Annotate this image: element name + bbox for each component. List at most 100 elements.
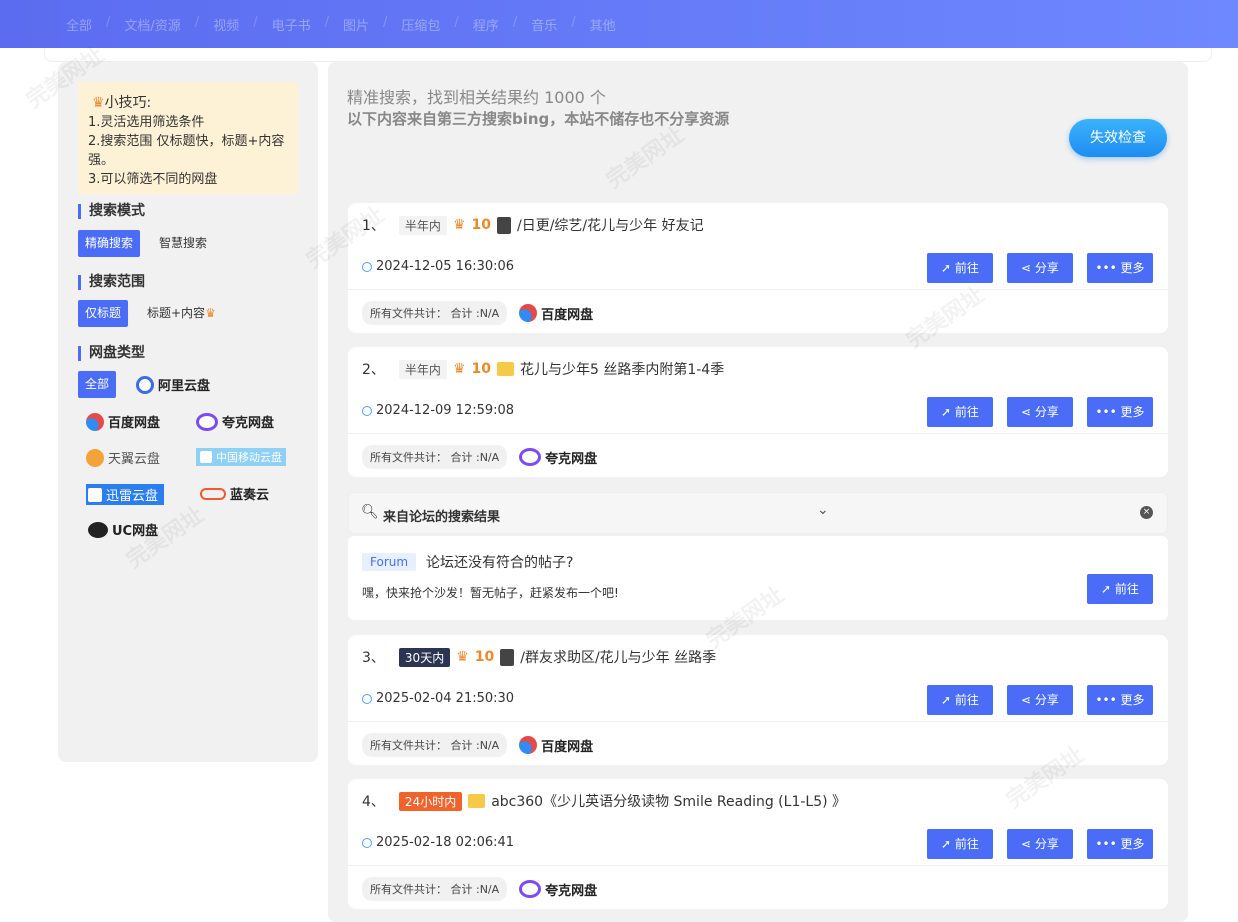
sidebar: ♛小技巧: 1.灵活选用筛选条件 2.搜索范围 仅标题快，标题+内容强。 3.可… <box>58 62 318 762</box>
result-date: 2024-12-09 12:59:08 <box>376 403 515 418</box>
more-button[interactable]: ••• 更多 <box>1087 253 1153 283</box>
time-badge: 30天内 <box>398 647 451 667</box>
tip-line-1: 1.灵活选用筛选条件 <box>88 115 205 130</box>
nav-all[interactable]: 全部 <box>66 15 92 34</box>
result-date: 2024-12-05 16:30:06 <box>376 259 515 274</box>
go-button[interactable]: ➚ 前往 <box>927 397 993 427</box>
nav-ebook[interactable]: 电子书 <box>272 15 311 34</box>
file-icon <box>496 216 511 234</box>
disk-uc[interactable]: UC网盘 <box>88 520 158 539</box>
tip-line-2: 2.搜索范围 仅标题快，标题+内容强。 <box>88 134 285 168</box>
result-index: 2、 <box>362 362 385 378</box>
share-button[interactable]: ⋖ 分享 <box>1007 253 1073 283</box>
nav-archive[interactable]: 压缩包 <box>401 15 440 34</box>
clock-icon <box>362 405 372 416</box>
result-title[interactable]: 花儿与少年5 丝路季内附第1-4季 <box>520 359 724 379</box>
nav-image[interactable]: 图片 <box>343 15 369 34</box>
quark-logo-icon <box>519 448 542 466</box>
nav-other[interactable]: 其他 <box>590 15 616 34</box>
folder-icon <box>496 362 514 376</box>
results-panel: 精准搜索，找到相关结果约 1000 个 以下内容来自第三方搜索bing，本站不储… <box>328 62 1188 922</box>
disk-aliyun[interactable]: 阿里云盘 <box>136 375 210 394</box>
time-badge: 半年内 <box>398 359 447 379</box>
disk-label: 夸克网盘 <box>519 448 597 467</box>
disk-baidu[interactable]: 百度网盘 <box>86 412 160 431</box>
crown-icon: ♛ <box>205 306 216 320</box>
nav-docs[interactable]: 文档/资源 <box>124 15 180 34</box>
share-button[interactable]: ⋖ 分享 <box>1007 685 1073 715</box>
result-date: 2025-02-18 02:06:41 <box>376 835 515 850</box>
disk-label: 夸克网盘 <box>519 880 597 899</box>
file-summary: 所有文件共计： 合计 :N/A <box>362 877 508 901</box>
share-button[interactable]: ⋖ 分享 <box>1007 829 1073 859</box>
nav-video[interactable]: 视频 <box>213 15 239 34</box>
forum-go-button[interactable]: ➚ 前往 <box>1087 574 1153 604</box>
score: 10 <box>471 217 491 233</box>
file-summary: 所有文件共计： 合计 :N/A <box>362 445 508 469</box>
invalid-check-button[interactable]: 失效检查 <box>1069 119 1167 157</box>
tip-title: 小技巧: <box>104 95 152 111</box>
result-summary: 精准搜索，找到相关结果约 1000 个 <box>347 88 606 107</box>
file-icon <box>500 648 515 666</box>
forum-results-header[interactable]: 🔍︎ 来自论坛的搜索结果 ⌄ × <box>348 492 1168 534</box>
divider <box>348 433 1168 434</box>
score: 10 <box>471 361 491 377</box>
forum-results-body: Forum 论坛还没有符合的帖子? 嘿，快来抢个沙发！暂无帖子，赶紧发布一个吧!… <box>348 536 1168 620</box>
tianyi-logo-icon <box>86 448 104 467</box>
result-title[interactable]: abc360《少儿英语分级读物 Smile Reading (L1-L5) 》 <box>491 791 846 811</box>
disk-all-button[interactable]: 全部 <box>78 371 117 398</box>
smart-search-button[interactable]: 智慧搜索 <box>159 230 207 257</box>
more-button[interactable]: ••• 更多 <box>1087 685 1153 715</box>
forum-header-title: 来自论坛的搜索结果 <box>383 510 501 525</box>
go-button[interactable]: ➚ 前往 <box>927 253 993 283</box>
time-badge: 半年内 <box>398 215 447 235</box>
exact-search-button[interactable]: 精确搜索 <box>78 230 141 257</box>
nav-program[interactable]: 程序 <box>473 15 499 34</box>
score: 10 <box>474 649 495 665</box>
forum-tag: Forum <box>362 553 417 571</box>
result-title[interactable]: /群友求助区/花儿与少年 丝路季 <box>520 647 716 667</box>
nav-music[interactable]: 音乐 <box>531 15 557 34</box>
tip-box: ♛小技巧: 1.灵活选用筛选条件 2.搜索范围 仅标题快，标题+内容强。 3.可… <box>78 82 298 194</box>
aliyun-logo-icon <box>136 375 154 394</box>
forum-question: 论坛还没有符合的帖子? <box>426 555 574 571</box>
title-only-button[interactable]: 仅标题 <box>78 300 129 327</box>
title-content-button[interactable]: 标题+内容♛ <box>147 300 216 327</box>
result-card: 3、 30天内 ♛ 10 /群友求助区/花儿与少年 丝路季 2025-02-04 … <box>348 635 1168 765</box>
lanzou-cloud-icon <box>200 487 226 500</box>
baidu-logo-icon <box>519 736 538 754</box>
clock-icon <box>362 837 372 848</box>
top-bar-edge <box>44 48 1212 62</box>
disk-tianyi[interactable]: 天翼云盘 <box>86 448 160 467</box>
clock-icon <box>362 693 372 704</box>
file-summary: 所有文件共计： 合计 :N/A <box>362 733 508 757</box>
cmcc-logo-icon <box>200 451 212 463</box>
chevron-down-icon[interactable]: ⌄ <box>817 502 829 518</box>
crown-icon: ♛ <box>92 95 105 111</box>
result-title[interactable]: /日更/综艺/花儿与少年 好友记 <box>517 215 704 235</box>
close-icon[interactable]: × <box>1140 506 1153 519</box>
result-card: 1、 半年内 ♛ 10 /日更/综艺/花儿与少年 好友记 2024-12-05 1… <box>348 203 1168 333</box>
disk-lanzou[interactable]: 蓝奏云 <box>200 484 269 503</box>
top-nav: 全部 / 文档/资源 / 视频 / 电子书 / 图片 / 压缩包 / 程序 / 音乐 / 其他 <box>66 15 616 34</box>
disk-label: 百度网盘 <box>519 304 593 323</box>
quark-logo-icon <box>196 412 218 431</box>
disk-china-mobile[interactable]: 中国移动云盘 <box>196 448 286 466</box>
result-date: 2025-02-04 21:50:30 <box>376 691 515 706</box>
uc-logo-icon <box>88 521 108 538</box>
crown-icon: ♛ <box>452 217 466 233</box>
more-button[interactable]: ••• 更多 <box>1087 829 1153 859</box>
go-button[interactable]: ➚ 前往 <box>927 829 993 859</box>
share-button[interactable]: ⋖ 分享 <box>1007 397 1073 427</box>
crown-icon: ♛ <box>452 361 466 377</box>
file-summary: 所有文件共计： 合计 :N/A <box>362 301 508 325</box>
search-icon: 🔍︎ <box>361 504 379 520</box>
more-button[interactable]: ••• 更多 <box>1087 397 1153 427</box>
result-card: 2、 半年内 ♛ 10 花儿与少年5 丝路季内附第1-4季 2024-12-09 … <box>348 347 1168 477</box>
disk-quark[interactable]: 夸克网盘 <box>196 412 274 431</box>
disk-xunlei[interactable]: 迅雷云盘 <box>86 484 165 505</box>
go-button[interactable]: ➚ 前往 <box>927 685 993 715</box>
result-index: 3、 <box>362 650 385 666</box>
baidu-logo-icon <box>86 412 104 431</box>
divider <box>348 865 1168 866</box>
